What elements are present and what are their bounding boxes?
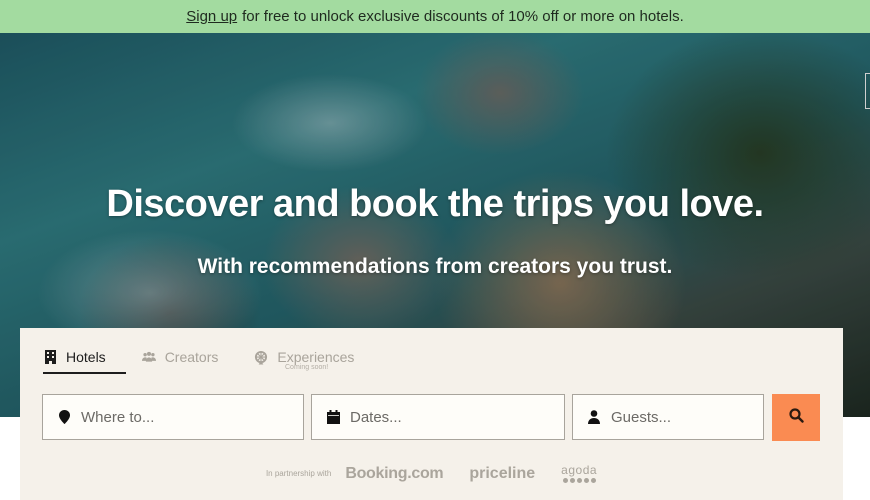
- tab-hotels[interactable]: Hotels: [43, 342, 126, 374]
- agoda-logo-text: agoda: [561, 463, 598, 477]
- agoda-logo: agoda: [561, 464, 597, 483]
- search-button[interactable]: [772, 394, 820, 441]
- partners-row: In partnership with Booking.com pricelin…: [20, 464, 843, 483]
- tab-hotels-label: Hotels: [66, 349, 106, 365]
- where-to-placeholder: Where to...: [81, 408, 155, 426]
- map-pin-icon: [57, 410, 71, 424]
- booking-logo: Booking.com: [345, 464, 444, 482]
- where-to-input[interactable]: Where to...: [42, 394, 304, 440]
- carousel-edge-handle[interactable]: [865, 73, 870, 109]
- person-icon: [587, 410, 601, 424]
- people-group-icon: [141, 350, 156, 364]
- guests-input[interactable]: Guests...: [572, 394, 764, 440]
- search-panel: Hotels Creators Experiences Coming soon!…: [20, 328, 843, 500]
- ferris-wheel-icon: [254, 350, 268, 364]
- priceline-logo: priceline: [469, 464, 536, 482]
- tab-experiences-label: Experiences: [277, 349, 355, 365]
- promo-banner: Sign up for free to unlock exclusive dis…: [0, 0, 870, 33]
- calendar-icon: [326, 410, 340, 424]
- dates-placeholder: Dates...: [350, 408, 402, 426]
- search-icon: [788, 407, 804, 428]
- dates-input[interactable]: Dates...: [311, 394, 565, 440]
- tab-creators[interactable]: Creators: [141, 342, 219, 372]
- search-tabs: Hotels Creators Experiences: [43, 342, 390, 374]
- building-icon: [43, 350, 57, 364]
- guests-placeholder: Guests...: [611, 408, 672, 426]
- sign-up-link[interactable]: Sign up: [186, 8, 237, 25]
- tab-creators-label: Creators: [164, 349, 219, 365]
- coming-soon-note: Coming soon!: [285, 364, 329, 371]
- banner-text: for free to unlock exclusive discounts o…: [242, 8, 684, 25]
- agoda-dots: [562, 478, 597, 483]
- partners-label: In partnership with: [265, 469, 332, 478]
- hero-subtitle: With recommendations from creators you t…: [197, 255, 673, 278]
- hero-title: Discover and book the trips you love.: [106, 183, 764, 225]
